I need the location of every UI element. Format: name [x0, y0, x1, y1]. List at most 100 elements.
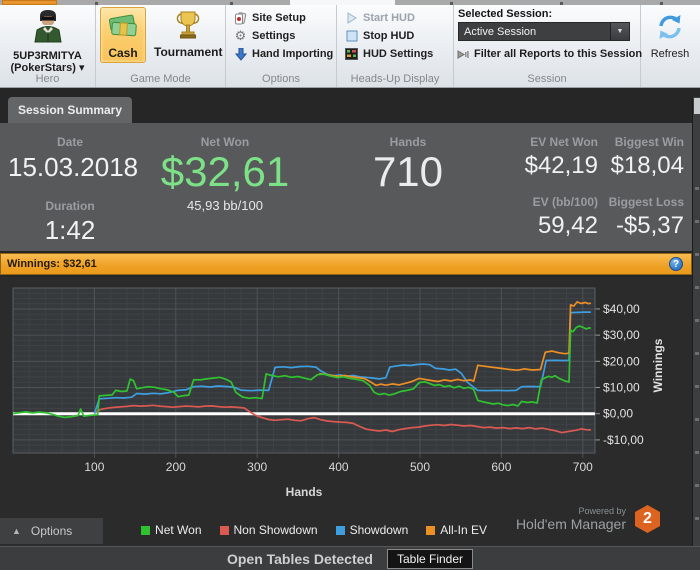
- winnings-bar-label: Winnings: $32,61: [7, 258, 97, 270]
- ribbon-toolbar: 5UP3RMITYA (PokerStars) ▾ Hero Cash Tour…: [0, 5, 700, 88]
- svg-text:-$10,00: -$10,00: [603, 433, 644, 447]
- hm2-badge-icon: 2: [635, 505, 660, 533]
- hands-value: 710: [372, 148, 444, 195]
- site-setup-icon: [234, 11, 247, 25]
- side-panel-marks: [695, 157, 699, 537]
- hands-label: Hands: [389, 135, 427, 149]
- ribbon-group-hud: Start HUD Stop HUD HUD Settings Heads-Up…: [337, 5, 454, 87]
- legend-swatch: [219, 525, 229, 535]
- hero-button[interactable]: 5UP3RMITYA (PokerStars) ▾: [0, 5, 95, 74]
- hero-avatar-icon: [30, 8, 66, 49]
- winnings-header-bar[interactable]: Winnings: $32,61 ?: [0, 253, 692, 275]
- side-panel-handle[interactable]: [694, 98, 700, 114]
- powered-by: Powered by Hold'em Manager 2: [516, 505, 660, 533]
- cash-icon: [106, 11, 140, 44]
- net-won-bb100: 45,93 bb/100: [187, 198, 263, 213]
- hud-grid-icon: [345, 48, 358, 61]
- tournament-label: Tournament: [154, 45, 223, 59]
- y-axis-title: Winnings: [651, 338, 665, 392]
- svg-text:400: 400: [329, 460, 349, 474]
- trophy-icon: [175, 10, 201, 43]
- svg-text:$40,00: $40,00: [603, 302, 640, 316]
- ribbon-group-hero: 5UP3RMITYA (PokerStars) ▾ Hero: [0, 5, 96, 87]
- biggest-win-label: Biggest Win: [614, 135, 684, 149]
- selected-session-label: Selected Session:: [458, 8, 553, 20]
- session-dropdown-value: Active Session: [464, 25, 537, 38]
- main-content: Session Summary Date 15.03.2018 Duration…: [0, 89, 700, 570]
- hud-settings-button[interactable]: HUD Settings: [345, 45, 447, 63]
- session-stats-panel: Date 15.03.2018 Duration 1:42 Net Won $3…: [0, 123, 692, 251]
- group-label-game-mode: Game Mode: [130, 73, 191, 85]
- legend-item-non-showdown[interactable]: Non Showdown: [219, 523, 318, 537]
- tab-session-summary[interactable]: Session Summary: [8, 97, 132, 123]
- svg-text:$30,00: $30,00: [603, 328, 640, 342]
- group-label-hud: Heads-Up Display: [350, 73, 440, 85]
- stop-hud-label: Stop HUD: [363, 30, 415, 42]
- app-window: 5UP3RMITYA (PokerStars) ▾ Hero Cash Tour…: [0, 0, 700, 570]
- settings-button[interactable]: ⚙ Settings: [234, 27, 330, 45]
- legend-swatch: [141, 525, 151, 535]
- chart-options-button[interactable]: ▲ Options: [0, 518, 104, 544]
- legend-label: Non Showdown: [233, 523, 318, 537]
- ribbon-group-refresh: Refresh: [641, 5, 699, 87]
- winnings-chart-panel: 100 200 300 400 500 600 700 $40,00 $30,00 $20,00 $…: [0, 277, 692, 547]
- play-icon: [345, 12, 358, 25]
- hand-importing-button[interactable]: Hand Importing: [234, 45, 334, 63]
- collapsed-side-panel[interactable]: [692, 97, 700, 546]
- duration-label: Duration: [45, 199, 95, 213]
- ribbon-group-game-mode: Cash Tournament Game Mode: [96, 5, 226, 87]
- biggest-loss-label: Biggest Loss: [608, 195, 684, 209]
- chevron-up-icon: ▲: [12, 526, 21, 536]
- session-dropdown[interactable]: Active Session ▼: [458, 22, 630, 41]
- stop-hud-button[interactable]: Stop HUD: [345, 27, 447, 45]
- legend-item-showdown[interactable]: Showdown: [335, 523, 409, 537]
- biggest-loss-value: -$5,37: [615, 212, 684, 239]
- group-label-session: Session: [527, 73, 567, 85]
- legend-label: Showdown: [349, 523, 409, 537]
- net-won-label: Net Won: [200, 135, 250, 149]
- ev-bb100-value: 59,42: [537, 212, 598, 239]
- chevron-down-icon[interactable]: ▼: [610, 23, 629, 40]
- tournament-button[interactable]: Tournament: [149, 7, 227, 63]
- x-axis-title: Hands: [286, 485, 323, 499]
- date-value: 15.03.2018: [8, 152, 139, 182]
- ev-bb100-label: EV (bb/100): [532, 195, 598, 209]
- hand-importing-label: Hand Importing: [252, 48, 334, 60]
- svg-text:700: 700: [573, 460, 593, 474]
- svg-text:$20,00: $20,00: [603, 354, 640, 368]
- svg-text:$0,00: $0,00: [603, 407, 633, 421]
- start-hud-label: Start HUD: [363, 12, 415, 24]
- open-tables-bar: Open Tables Detected Table Finder: [0, 546, 700, 570]
- group-label-hero: Hero: [35, 73, 60, 85]
- legend-swatch: [335, 525, 345, 535]
- powered-by-line1: Powered by: [578, 506, 626, 516]
- refresh-button[interactable]: Refresh: [641, 5, 699, 60]
- gear-icon: ⚙: [234, 28, 247, 43]
- filter-icon: [456, 48, 469, 61]
- svg-text:$10,00: $10,00: [603, 381, 640, 395]
- group-label-options: Options: [262, 73, 300, 85]
- svg-text:600: 600: [491, 460, 511, 474]
- legend-item-net-won[interactable]: Net Won: [141, 523, 202, 537]
- chart-options-label: Options: [30, 524, 73, 538]
- legend-item-all-in-ev[interactable]: All-In EV: [426, 523, 487, 537]
- filter-reports-button[interactable]: Filter all Reports to this Session: [454, 45, 643, 63]
- ribbon-group-options: Site Setup ⚙ Settings Hand Importing Opt…: [226, 5, 337, 87]
- site-setup-button[interactable]: Site Setup: [234, 9, 330, 27]
- svg-text:200: 200: [166, 460, 186, 474]
- svg-text:300: 300: [247, 460, 267, 474]
- table-finder-button[interactable]: Table Finder: [386, 548, 474, 569]
- svg-text:500: 500: [410, 460, 430, 474]
- filter-reports-label: Filter all Reports to this Session: [474, 48, 643, 60]
- net-won-value: $32,61: [160, 148, 290, 195]
- help-icon[interactable]: ?: [669, 257, 683, 271]
- powered-by-line2: Hold'em Manager: [515, 516, 626, 532]
- start-hud-button: Start HUD: [345, 9, 447, 27]
- refresh-label: Refresh: [650, 48, 690, 60]
- cash-button[interactable]: Cash: [100, 7, 146, 63]
- svg-text:100: 100: [84, 460, 104, 474]
- cash-label: Cash: [108, 46, 138, 60]
- duration-value: 1:42: [44, 215, 96, 245]
- biggest-win-value: $18,04: [610, 152, 684, 179]
- ribbon-group-session: Selected Session: Active Session ▼ Filte…: [454, 5, 643, 87]
